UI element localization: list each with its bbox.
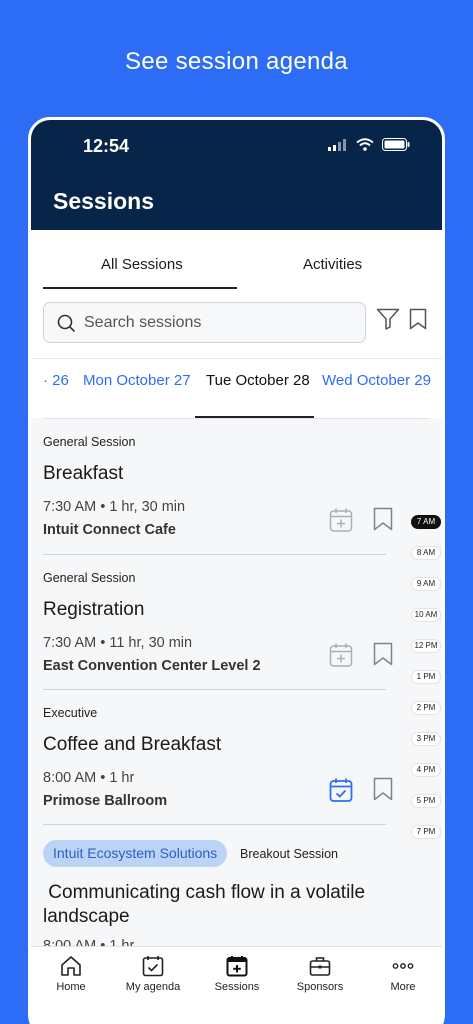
- session-divider: [43, 689, 386, 690]
- tab-all-sessions[interactable]: All Sessions: [101, 256, 183, 273]
- nav-my-agenda[interactable]: My agenda: [113, 955, 193, 993]
- time-marker[interactable]: 7 PM: [411, 825, 441, 839]
- home-icon: [61, 956, 81, 976]
- search-icon: [57, 314, 76, 333]
- time-marker[interactable]: 3 PM: [411, 732, 441, 746]
- time-marker[interactable]: 7 AM: [411, 515, 441, 529]
- add-to-agenda-icon[interactable]: [329, 507, 353, 533]
- session-type: Executive: [43, 706, 98, 720]
- date-tab-wed-october-29[interactable]: Wed October 29: [322, 372, 431, 389]
- status-time: 12:54: [83, 136, 130, 156]
- in-agenda-icon[interactable]: [329, 777, 353, 803]
- session-divider: [43, 824, 386, 825]
- tab-activities[interactable]: Activities: [303, 256, 362, 273]
- time-marker[interactable]: 4 PM: [411, 763, 441, 777]
- phone-frame: 12:54 Sessions All Sessions Activities S…: [28, 117, 445, 1024]
- nav-label: Sponsors: [296, 981, 344, 993]
- calendar-check-icon: [142, 956, 164, 977]
- nav-more[interactable]: More: [363, 955, 442, 993]
- calendar-plus-icon: [226, 956, 248, 977]
- bookmark-icon[interactable]: [373, 507, 393, 531]
- date-prefix: ·: [43, 372, 48, 389]
- time-marker[interactable]: 1 PM: [411, 670, 441, 684]
- app-header: 12:54 Sessions: [31, 120, 442, 230]
- track-chip[interactable]: Intuit Ecosystem Solutions: [43, 840, 228, 867]
- time-marker[interactable]: 5 PM: [411, 794, 441, 808]
- time-marker[interactable]: 9 AM: [411, 577, 441, 591]
- time-marker[interactable]: 8 AM: [411, 546, 441, 560]
- active-tab-indicator: [43, 287, 237, 289]
- briefcase-icon: [309, 957, 331, 976]
- nav-label: Sessions: [214, 981, 260, 993]
- time-marker[interactable]: 10 AM: [411, 608, 441, 622]
- battery-icon: [382, 138, 410, 151]
- session-title-line1: Communicating cash flow in a volatile: [43, 882, 366, 903]
- session-type: Breakout Session: [240, 847, 338, 861]
- top-tabs: All Sessions Activities: [31, 230, 442, 290]
- date-tab-26[interactable]: · 26: [43, 372, 69, 389]
- add-to-agenda-icon[interactable]: [329, 642, 353, 668]
- sessions-content: All Sessions Activities · 26 Mon Octob: [31, 230, 442, 954]
- more-icon: [392, 963, 414, 969]
- search-box[interactable]: [43, 302, 366, 343]
- nav-sponsors[interactable]: Sponsors: [280, 955, 360, 993]
- nav-label: Home: [56, 981, 86, 993]
- nav-home[interactable]: Home: [31, 955, 111, 993]
- session-divider: [43, 554, 386, 555]
- bookmark-icon[interactable]: [373, 777, 393, 801]
- search-input[interactable]: [84, 313, 354, 333]
- session-title: Coffee and Breakfast: [43, 734, 222, 755]
- nav-sessions[interactable]: Sessions: [197, 955, 277, 993]
- session-title: Registration: [43, 599, 145, 620]
- session-title: Breakfast: [43, 463, 124, 484]
- nav-label: My agenda: [125, 981, 181, 993]
- session-type: General Session: [43, 435, 136, 449]
- session-card[interactable]: Communicating cash flow in a volatile la…: [43, 882, 386, 954]
- status-icons: [328, 138, 410, 151]
- filter-icon[interactable]: [376, 308, 400, 330]
- date-tab-tue-october-28[interactable]: Tue October 28: [206, 372, 310, 389]
- bookmark-icon[interactable]: [373, 642, 393, 666]
- time-marker[interactable]: 12 PM: [411, 639, 441, 653]
- wifi-icon: [356, 138, 374, 151]
- bookmark-icon[interactable]: [409, 308, 427, 330]
- promo-title: See session agenda: [125, 48, 348, 75]
- date-label: 26: [52, 372, 69, 389]
- date-divider: [43, 418, 430, 419]
- page-title: Sessions: [53, 188, 154, 214]
- time-marker[interactable]: 2 PM: [411, 701, 441, 715]
- date-tab-mon-october-27[interactable]: Mon October 27: [83, 372, 191, 389]
- search-row: [31, 290, 442, 358]
- session-title-line2: landscape: [43, 906, 130, 927]
- session-type: General Session: [43, 571, 136, 585]
- bottom-nav: Home My agenda Sessions Sponsors More: [31, 946, 442, 1024]
- signal-icon: [328, 138, 346, 151]
- nav-label: More: [390, 981, 416, 993]
